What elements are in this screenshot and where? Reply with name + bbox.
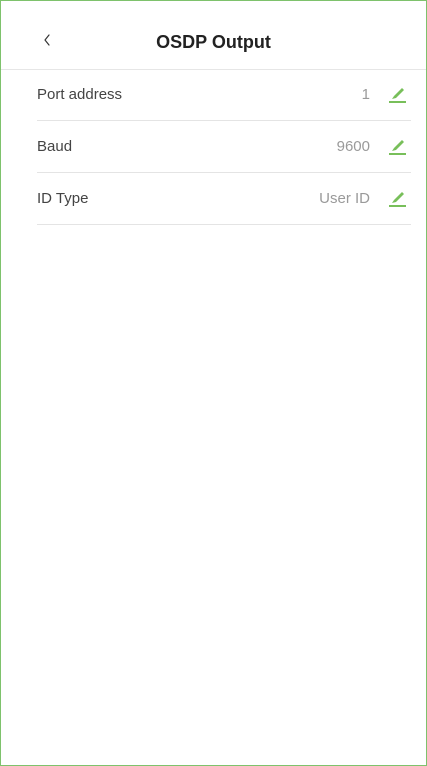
settings-list: Port address 1 Baud 9600 ID Type User ID <box>37 69 411 225</box>
pencil-icon <box>389 140 406 155</box>
screen-frame: OSDP Output Port address 1 Baud 9600 ID … <box>0 0 427 766</box>
setting-row-id-type[interactable]: ID Type User ID <box>37 173 411 225</box>
edit-button[interactable] <box>383 82 411 106</box>
setting-label: ID Type <box>37 189 89 207</box>
edit-button[interactable] <box>383 186 411 210</box>
pencil-icon <box>389 192 406 207</box>
setting-row-port-address[interactable]: Port address 1 <box>37 69 411 121</box>
setting-label: Baud <box>37 137 73 155</box>
setting-value: 9600 <box>336 137 370 155</box>
setting-label: Port address <box>37 85 123 103</box>
setting-row-baud[interactable]: Baud 9600 <box>37 121 411 173</box>
edit-button[interactable] <box>383 134 411 158</box>
header: OSDP Output <box>1 1 426 70</box>
setting-value: User ID <box>319 189 370 207</box>
page-title: OSDP Output <box>156 32 271 52</box>
pencil-icon <box>389 88 406 103</box>
setting-value: 1 <box>361 85 370 103</box>
